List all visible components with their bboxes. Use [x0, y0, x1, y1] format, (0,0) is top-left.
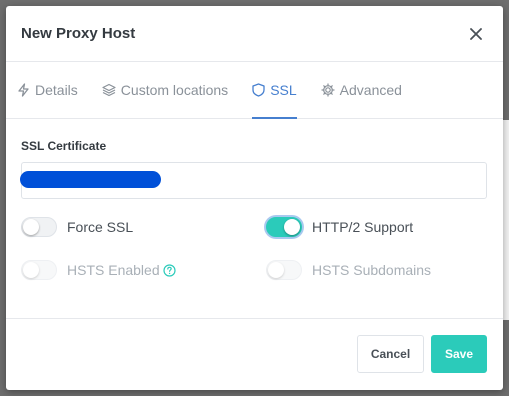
force-ssl-row: Force SSL — [21, 217, 133, 237]
tab-ssl-label: SSL — [270, 82, 297, 98]
ssl-certificate-select[interactable] — [20, 162, 487, 199]
http2-support-toggle[interactable] — [266, 217, 302, 237]
toggle-knob — [284, 219, 300, 235]
tab-custom-locations[interactable]: Custom locations — [102, 62, 228, 118]
new-proxy-host-modal: New Proxy Host Details Custom locations — [6, 6, 503, 390]
hsts-subdomains-toggle[interactable] — [266, 260, 302, 280]
modal-header: New Proxy Host — [6, 6, 503, 62]
cancel-button[interactable]: Cancel — [357, 335, 424, 373]
hsts-subdomains-row: HSTS Subdomains — [266, 260, 431, 280]
redacted-value — [20, 171, 161, 188]
hsts-row: HSTS Enabled — [21, 260, 176, 280]
close-icon — [470, 27, 482, 40]
hsts-subdomains-label: HSTS Subdomains — [312, 262, 432, 278]
tab-custom-locations-label: Custom locations — [120, 82, 229, 98]
toggle-knob — [23, 262, 39, 278]
tab-ssl[interactable]: SSL — [252, 62, 298, 119]
http2-support-label: HTTP/2 Support — [312, 219, 414, 235]
ssl-tab-body: SSL Certificate Force SSL HTTP/2 Support… — [6, 119, 503, 319]
save-button[interactable]: Save — [431, 335, 487, 373]
shield-icon — [252, 83, 265, 97]
ssl-certificate-label: SSL Certificate — [21, 139, 107, 153]
tab-bar: Details Custom locations SSL Advanced — [6, 62, 503, 119]
hsts-enabled-text: HSTS Enabled — [67, 262, 160, 278]
tab-details-label: Details — [35, 82, 78, 98]
force-ssl-toggle[interactable] — [21, 217, 57, 237]
close-button[interactable] — [463, 21, 489, 47]
lightning-icon — [18, 83, 29, 97]
hsts-enabled-toggle[interactable] — [21, 260, 57, 280]
http2-row: HTTP/2 Support — [266, 217, 413, 237]
tab-advanced[interactable]: Advanced — [321, 62, 402, 118]
gear-icon — [321, 83, 335, 97]
modal-footer: Cancel Save — [6, 318, 503, 390]
tab-advanced-label: Advanced — [339, 82, 402, 98]
toggle-knob — [268, 262, 284, 278]
backdrop-strip — [503, 120, 509, 320]
tab-details[interactable]: Details — [17, 62, 78, 118]
hsts-enabled-label: HSTS Enabled — [67, 262, 176, 278]
toggle-knob — [23, 219, 39, 235]
help-icon[interactable] — [163, 264, 176, 277]
layers-icon — [102, 83, 116, 97]
modal-title: New Proxy Host — [21, 25, 136, 42]
force-ssl-label: Force SSL — [67, 219, 134, 235]
